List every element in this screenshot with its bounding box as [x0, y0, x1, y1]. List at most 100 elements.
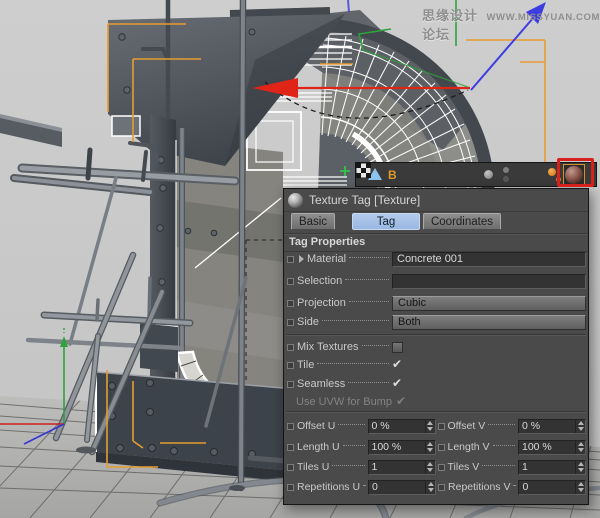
- watermark-site-name: 思缘设计论坛: [422, 5, 479, 43]
- repetitions-u-field[interactable]: 0: [368, 480, 436, 495]
- dotted-leader: [317, 363, 389, 364]
- object-name-label[interactable]: B: [388, 168, 397, 182]
- tiles-row: Tiles U 1 Tiles V 1: [287, 459, 586, 475]
- spinner-stepper[interactable]: [425, 420, 435, 433]
- phong-tag-icon[interactable]: [548, 168, 556, 176]
- tab-tag[interactable]: Tag: [352, 213, 420, 230]
- side-row: Side Both: [287, 314, 586, 330]
- keyframe-dot[interactable]: [287, 300, 294, 307]
- spinner-stepper[interactable]: [425, 441, 435, 454]
- panel-titlebar[interactable]: Texture Tag [Texture]: [284, 189, 588, 212]
- use-uvw-row: Use UVW for Bump: [287, 394, 586, 410]
- keyframe-dot[interactable]: [438, 484, 445, 491]
- material-label: Material: [307, 253, 346, 265]
- editor-visibility-dot-icon[interactable]: [503, 167, 509, 173]
- tiles-u-field[interactable]: 1: [368, 460, 436, 475]
- tiles-v-field[interactable]: 1: [518, 460, 586, 475]
- dotted-leader: [488, 424, 515, 425]
- length-u-field[interactable]: 100 %: [368, 440, 436, 455]
- length-u-label: Length U: [297, 441, 340, 453]
- expand-arrow-icon[interactable]: [299, 255, 304, 263]
- keyframe-dot[interactable]: [287, 464, 294, 471]
- dotted-leader: [345, 279, 389, 280]
- spinner-stepper[interactable]: [575, 461, 585, 474]
- side-dropdown[interactable]: Both: [392, 315, 586, 330]
- spinner-stepper[interactable]: [575, 420, 585, 433]
- keyframe-dot[interactable]: [438, 423, 445, 430]
- projection-dropdown[interactable]: Cubic: [392, 296, 586, 311]
- dotted-leader: [349, 301, 389, 302]
- watermark-site-url: WWW.MISSYUAN.COM: [486, 12, 600, 23]
- length-v-field[interactable]: 100 %: [518, 440, 586, 455]
- offset-u-field[interactable]: 0 %: [368, 419, 436, 434]
- side-label: Side: [297, 316, 319, 328]
- offset-u-label: Offset U: [297, 420, 335, 432]
- texture-tag-sphere-icon: [288, 193, 303, 208]
- mix-textures-label: Mix Textures: [297, 341, 359, 353]
- material-row: Material Concrete 001: [287, 251, 586, 267]
- spinner-stepper[interactable]: [575, 441, 585, 454]
- tab-coordinates[interactable]: Coordinates: [423, 213, 501, 230]
- keyframe-dot[interactable]: [287, 423, 294, 430]
- projection-row: Projection Cubic: [287, 295, 586, 311]
- tiles-v-label: Tiles V: [448, 461, 480, 473]
- dotted-leader: [338, 424, 364, 425]
- use-uvw-checkbox: [396, 397, 407, 408]
- render-visibility-dot-icon[interactable]: [503, 176, 509, 182]
- checkerboard-tag-icon[interactable]: [356, 163, 371, 178]
- keyframe-dot[interactable]: [287, 362, 294, 369]
- offset-v-label: Offset V: [448, 420, 486, 432]
- keyframe-dot[interactable]: [287, 344, 294, 351]
- offset-v-field[interactable]: 0 %: [518, 419, 586, 434]
- tile-row: Tile: [287, 357, 586, 373]
- mix-textures-checkbox[interactable]: [392, 342, 403, 353]
- divider: [286, 334, 586, 335]
- dotted-leader: [513, 485, 515, 486]
- dotted-leader: [343, 445, 365, 446]
- seamless-row: Seamless: [287, 376, 586, 392]
- material-field[interactable]: Concrete 001: [392, 252, 586, 267]
- dotted-leader: [493, 445, 515, 446]
- keyframe-dot[interactable]: [438, 464, 445, 471]
- keyframe-dot[interactable]: [287, 278, 294, 285]
- seamless-label: Seamless: [297, 378, 345, 390]
- divider: [286, 411, 586, 412]
- keyframe-dot[interactable]: [287, 444, 294, 451]
- selection-row: Selection: [287, 273, 586, 289]
- panel-tabs: Basic Tag Coordinates: [284, 212, 588, 232]
- dotted-leader: [348, 382, 389, 383]
- spinner-stepper[interactable]: [425, 481, 435, 494]
- keyframe-dot[interactable]: [287, 319, 294, 326]
- cinema4d-viewport-window: 思缘设计论坛 WWW.MISSYUAN.COM B Texture Tag [T…: [0, 0, 600, 518]
- tile-label: Tile: [297, 359, 314, 371]
- spinner-stepper[interactable]: [575, 481, 585, 494]
- spinner-stepper[interactable]: [425, 461, 435, 474]
- keyframe-dot[interactable]: [287, 256, 294, 263]
- dotted-leader: [362, 345, 389, 346]
- length-row: Length U 100 % Length V 100 %: [287, 439, 586, 455]
- repetitions-row: Repetitions U 0 Repetitions V 0: [287, 479, 586, 495]
- tab-basic[interactable]: Basic: [291, 213, 335, 230]
- keyframe-dot[interactable]: [287, 484, 294, 491]
- use-uvw-label: Use UVW for Bump: [296, 396, 392, 408]
- texture-tag-panel: Texture Tag [Texture] Basic Tag Coordina…: [283, 188, 589, 505]
- watermark: 思缘设计论坛 WWW.MISSYUAN.COM: [422, 5, 600, 43]
- seamless-checkbox[interactable]: [392, 379, 403, 390]
- panel-title: Texture Tag [Texture]: [309, 193, 420, 207]
- selection-field[interactable]: [392, 274, 586, 289]
- offset-row: Offset U 0 % Offset V 0 %: [287, 418, 586, 434]
- keyframe-dot[interactable]: [438, 444, 445, 451]
- visibility-dot-icon[interactable]: [484, 170, 493, 179]
- keyframe-dot[interactable]: [287, 381, 294, 388]
- section-header-tag-properties: Tag Properties: [284, 233, 588, 252]
- dotted-leader: [322, 320, 389, 321]
- dotted-leader: [349, 257, 389, 258]
- repetitions-v-field[interactable]: 0: [518, 480, 586, 495]
- mix-textures-row: Mix Textures: [287, 339, 586, 355]
- repetitions-u-label: Repetitions U: [297, 481, 360, 493]
- annotation-highlight-box: [557, 158, 594, 187]
- dotted-leader: [363, 485, 365, 486]
- dotted-leader: [482, 465, 515, 466]
- tile-checkbox[interactable]: [392, 360, 403, 371]
- tiles-u-label: Tiles U: [297, 461, 329, 473]
